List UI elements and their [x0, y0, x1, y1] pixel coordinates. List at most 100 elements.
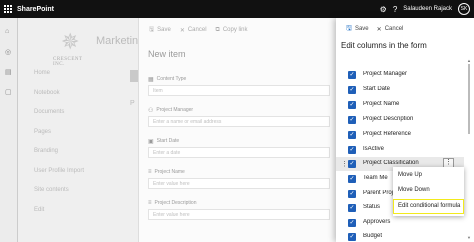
- home-icon[interactable]: ⌂: [5, 28, 13, 36]
- checkbox-checked-icon[interactable]: ✓: [348, 190, 356, 198]
- nav-item[interactable]: Site contents: [34, 187, 84, 207]
- column-item-isactive[interactable]: ✓ IsActive: [336, 143, 464, 157]
- column-item-budget[interactable]: ✓ Budget: [336, 230, 464, 242]
- field-label: Project Manager: [156, 107, 194, 113]
- column-label: Project Description: [363, 116, 414, 122]
- nav-item[interactable]: Edit: [34, 207, 84, 227]
- settings-icon[interactable]: ⚙: [380, 5, 387, 14]
- checkbox-checked-icon[interactable]: ✓: [348, 146, 356, 154]
- column-label: Project Name: [363, 101, 400, 107]
- project-manager-input[interactable]: Enter a name or email address: [148, 116, 330, 127]
- save-button[interactable]: 🖫 Save: [346, 24, 369, 35]
- files-icon[interactable]: ▢: [5, 88, 13, 96]
- field-start-date: ▣ Start Date Enter a date: [148, 137, 330, 158]
- person-icon: ⚇: [148, 107, 154, 114]
- globe-icon[interactable]: ◎: [5, 48, 13, 56]
- column-label: Project Manager: [363, 71, 408, 77]
- scroll-down-icon[interactable]: ▼: [467, 235, 471, 240]
- user-name[interactable]: Salaudeen Rajack: [403, 6, 452, 12]
- topbar-right: ⚙ ? Salaudeen Rajack SK: [380, 0, 470, 18]
- checkbox-checked-icon[interactable]: ✓: [348, 233, 356, 241]
- left-rail: ⌂ ◎ ▤ ▢: [0, 18, 18, 242]
- column-item-project-name[interactable]: ✓ Project Name: [336, 98, 464, 112]
- logo-text: CRESCENT INC.: [53, 57, 83, 67]
- field-content-type: ▦ Content Type Item: [148, 75, 330, 96]
- field-label: Content Type: [156, 76, 187, 82]
- app-name[interactable]: SharePoint: [17, 6, 54, 13]
- calendar-icon: ▣: [148, 138, 154, 145]
- column-label: Budget: [363, 233, 383, 239]
- column-item-project-reference[interactable]: ✓ Project Reference: [336, 128, 464, 142]
- site-logo: ✵ CRESCENT INC.: [51, 29, 91, 69]
- field-project-name: ≡ Project Name Enter value here: [148, 168, 330, 189]
- link-icon: ⧉: [215, 26, 220, 33]
- close-icon: ✕: [179, 27, 185, 34]
- close-icon: ✕: [376, 26, 382, 33]
- copy-link-button[interactable]: ⧉ Copy link: [216, 27, 248, 34]
- waffle-icon[interactable]: [4, 5, 12, 13]
- new-item-toolbar: 🖫 Save ✕ Cancel ⧉ Copy link: [139, 18, 337, 42]
- menu-item-move-up[interactable]: Move Up: [393, 168, 464, 183]
- column-item-project-description[interactable]: ✓ Project Description: [336, 113, 464, 127]
- column-label: Team Memb: [363, 175, 388, 181]
- logo-star-icon: ✵: [61, 29, 80, 54]
- checkbox-checked-icon[interactable]: ✓: [348, 160, 356, 168]
- scroll-up-icon[interactable]: ▲: [467, 58, 471, 63]
- project-name-input[interactable]: Enter value here: [148, 178, 330, 189]
- menu-item-edit-conditional-formula[interactable]: Edit conditional formula: [393, 199, 464, 214]
- checkbox-checked-icon[interactable]: ✓: [348, 175, 356, 183]
- start-date-input[interactable]: Enter a date: [148, 147, 330, 158]
- checkbox-checked-icon[interactable]: ✓: [348, 204, 356, 212]
- nav-item[interactable]: Documents: [34, 109, 84, 129]
- content-type-icon: ▦: [148, 76, 154, 83]
- site-partial-text: P: [130, 100, 135, 107]
- column-item-start-date[interactable]: ✓ Start Date: [336, 83, 464, 97]
- save-icon: 🖫: [346, 24, 352, 32]
- content-type-select[interactable]: Item: [148, 85, 330, 96]
- site-nav: Home Notebook Documents Pages Branding U…: [34, 70, 84, 226]
- checkbox-checked-icon[interactable]: ✓: [348, 116, 356, 124]
- nav-item[interactable]: Branding: [34, 148, 84, 168]
- checkbox-checked-icon[interactable]: ✓: [348, 101, 356, 109]
- project-description-input[interactable]: Enter value here: [148, 209, 330, 220]
- column-label: Start Date: [363, 86, 391, 92]
- text-icon: ≡: [148, 169, 152, 175]
- scrollbar-thumb[interactable]: [468, 64, 470, 134]
- site-column-block: [130, 70, 138, 82]
- suite-bar: SharePoint ⚙ ? Salaudeen Rajack SK: [0, 0, 474, 18]
- news-icon[interactable]: ▤: [5, 68, 13, 76]
- column-label: Approvers: [363, 219, 391, 225]
- save-icon: 🖫: [149, 27, 155, 33]
- nav-item[interactable]: User Profile Import: [34, 168, 84, 188]
- column-context-menu: Move Up Move Down Edit conditional formu…: [393, 167, 464, 216]
- checkbox-checked-icon[interactable]: ✓: [348, 86, 356, 94]
- field-label: Start Date: [156, 138, 180, 144]
- menu-item-move-down[interactable]: Move Down: [393, 183, 464, 198]
- column-item-project-manager[interactable]: ✓ Project Manager: [336, 68, 464, 82]
- column-label: Project Reference: [363, 131, 412, 137]
- field-label: Project Name: [154, 169, 185, 175]
- help-icon[interactable]: ?: [393, 5, 397, 14]
- column-item-approvers[interactable]: ✓ Approvers: [336, 216, 464, 230]
- field-label: Project Description: [154, 200, 197, 206]
- new-item-title: New item: [148, 49, 186, 59]
- avatar[interactable]: SK: [458, 3, 470, 15]
- column-label: Parent Proj: [363, 190, 393, 196]
- checkbox-checked-icon[interactable]: ✓: [348, 131, 356, 139]
- nav-item[interactable]: Notebook: [34, 90, 84, 110]
- checkbox-checked-icon[interactable]: ✓: [348, 71, 356, 79]
- new-item-panel: 🖫 Save ✕ Cancel ⧉ Copy link New item ▦ Conte…: [138, 18, 336, 242]
- site-title: Marketin: [96, 35, 139, 47]
- text-icon: ≡: [148, 200, 152, 206]
- nav-item[interactable]: Pages: [34, 129, 84, 149]
- cancel-button[interactable]: ✕ Cancel: [377, 26, 404, 33]
- edit-columns-toolbar: 🖫 Save ✕ Cancel: [336, 18, 474, 40]
- nav-item[interactable]: Home: [34, 70, 84, 90]
- cancel-button[interactable]: ✕ Cancel: [180, 27, 207, 34]
- save-button[interactable]: 🖫 Save: [149, 25, 171, 35]
- scrollbar[interactable]: ▲ ▼: [467, 58, 472, 240]
- checkbox-checked-icon[interactable]: ✓: [348, 219, 356, 227]
- field-project-manager: ⚇ Project Manager Enter a name or email a…: [148, 106, 330, 127]
- field-project-description: ≡ Project Description Enter value here: [148, 199, 330, 220]
- edit-columns-title: Edit columns in the form: [341, 41, 427, 50]
